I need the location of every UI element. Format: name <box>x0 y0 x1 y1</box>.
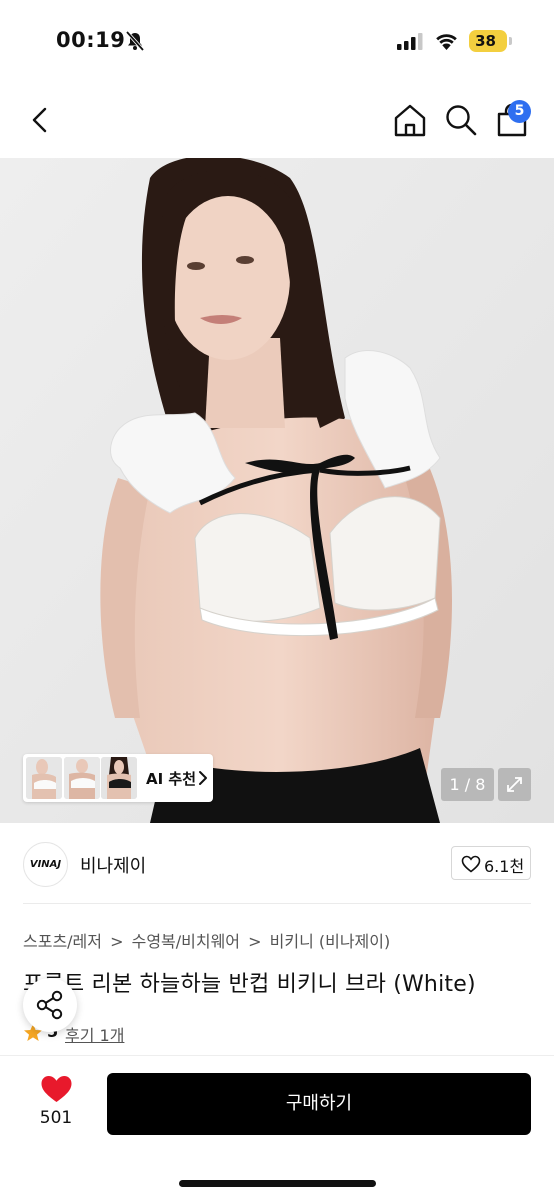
share-button[interactable] <box>23 978 77 1032</box>
status-time: 00:19 <box>56 28 126 52</box>
expand-icon <box>507 777 522 792</box>
expand-button[interactable] <box>498 768 531 801</box>
thumbnail[interactable] <box>26 757 62 799</box>
thumbnail[interactable] <box>64 757 100 799</box>
brand-like-button[interactable]: 6.1천 <box>451 846 531 880</box>
buy-button[interactable]: 구매하기 <box>107 1073 531 1135</box>
status-bar: 00:19 38 <box>0 0 554 82</box>
signal-icon <box>397 33 423 50</box>
wishlist-count: 501 <box>39 1108 73 1128</box>
wifi-icon <box>436 34 457 50</box>
breadcrumb: 스포츠/레저 > 수영복/비치웨어 > 비키니 (비나제이) <box>23 928 393 952</box>
brand-like-count: 6.1천 <box>484 857 525 876</box>
battery-cap <box>509 37 512 45</box>
battery-icon: 38 <box>469 30 507 52</box>
product-image[interactable] <box>0 158 554 823</box>
breadcrumb-category[interactable]: 수영복/비치웨어 <box>132 932 240 951</box>
breadcrumb-separator: > <box>110 932 124 951</box>
heart-filled-icon[interactable] <box>40 1074 73 1104</box>
brand-logo[interactable]: VINAJ <box>23 842 68 887</box>
ai-recommend-label[interactable]: AI 추천 <box>146 768 196 789</box>
chevron-right-icon <box>199 771 207 785</box>
search-icon[interactable] <box>442 101 480 139</box>
product-title: 프론트 리본 하늘하늘 반컵 비키니 브라 (White) <box>23 972 476 997</box>
divider <box>23 903 531 904</box>
breadcrumb-category[interactable]: 비키니 (비나제이) <box>270 932 391 951</box>
image-counter: 1 / 8 <box>441 768 494 801</box>
heart-outline-icon <box>461 855 481 873</box>
home-indicator <box>179 1180 376 1187</box>
chevron-left-icon <box>32 107 47 133</box>
cart-badge: 5 <box>508 100 531 123</box>
battery-level: 38 <box>475 32 496 50</box>
back-button[interactable] <box>22 100 58 140</box>
thumbnail[interactable] <box>101 757 137 799</box>
product-photo <box>0 158 554 823</box>
home-icon[interactable] <box>391 101 429 139</box>
breadcrumb-separator: > <box>248 932 262 951</box>
breadcrumb-category[interactable]: 스포츠/레저 <box>23 932 102 951</box>
share-icon <box>36 990 63 1020</box>
brand-name[interactable]: 비나제이 <box>80 852 146 878</box>
bell-slash-icon <box>125 30 145 52</box>
